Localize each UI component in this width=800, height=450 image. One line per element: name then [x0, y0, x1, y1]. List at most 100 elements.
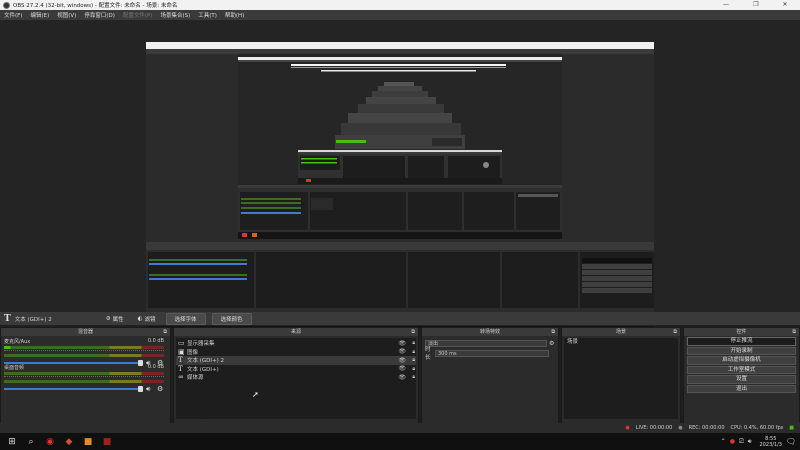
scenes-title: 场景 ⧉ — [562, 328, 680, 336]
visibility-eye-icon[interactable]: 👁︎ — [398, 374, 406, 381]
source-label: 文本 (GDI+) 2 — [187, 358, 225, 365]
filters-button[interactable]: ◐ 滤镜 — [134, 314, 160, 324]
settings-button[interactable]: 设置 — [687, 375, 796, 384]
studio-mode-button[interactable]: 工作室模式 — [687, 365, 796, 374]
lock-icon[interactable]: 🔒︎ — [412, 340, 415, 346]
app-taskbar-icon[interactable]: ■ — [100, 436, 114, 448]
lock-icon[interactable]: 🔒︎ — [412, 349, 415, 355]
scenes-list[interactable]: 场景 — [564, 338, 678, 419]
gear-icon[interactable]: ⚙ — [549, 340, 554, 347]
filter-icon: ◐ — [137, 315, 143, 322]
lock-icon[interactable]: 🔒︎ — [412, 366, 415, 372]
transition-select-row: 淡出 ⚙ — [425, 339, 557, 347]
connection-status-icon: ■ — [789, 425, 794, 431]
meter-scale — [4, 350, 164, 353]
visibility-eye-icon[interactable]: 👁︎ — [398, 340, 406, 347]
volume-slider[interactable] — [4, 388, 142, 390]
transitions-dock: 转场特效 ⧉ 淡出 ⚙ 时长 300 ms — [421, 327, 559, 433]
menu-profile[interactable]: 配置文件(P) — [119, 11, 157, 19]
scenes-title-text: 场景 — [615, 329, 626, 335]
menu-view[interactable]: 视图(V) — [53, 11, 80, 19]
obs-taskbar-icon[interactable]: ◉ — [43, 436, 57, 448]
lock-icon[interactable]: 🔒︎ — [412, 374, 415, 380]
rec-timer: REC: 00:00:00 — [688, 425, 725, 431]
clock-date: 2023/1/3 — [759, 441, 782, 448]
tray-chevron-icon[interactable]: ⌃ — [721, 438, 726, 445]
list-item[interactable]: ▣ 图像 👁︎ 🔒︎ — [176, 348, 416, 357]
stop-streaming-button[interactable]: 停止推流 — [687, 337, 796, 346]
mouse-cursor-icon: ➚ — [252, 390, 259, 399]
window-title: OBS 27.2.4 (32-bit, windows) - 配置文件: 未命名… — [13, 3, 178, 9]
dock-float-icon[interactable]: ⧉ — [673, 328, 677, 336]
visibility-eye-icon[interactable]: 👁︎ — [398, 357, 406, 364]
app-taskbar-icon[interactable]: ■ — [81, 436, 95, 448]
list-item[interactable]: ▭ 显示器采集 👁︎ 🔒︎ — [176, 339, 416, 348]
mixer-channel-mic: 麦克风/Aux 0.0 dB 🔊︎ ⚙ — [4, 338, 164, 367]
preview-area[interactable] — [0, 20, 800, 328]
menu-edit[interactable]: 编辑(E) — [26, 11, 53, 19]
select-font-button[interactable]: 选择字体 — [165, 312, 206, 325]
menu-file[interactable]: 文件(F) — [0, 11, 26, 19]
start-virtual-camera-button[interactable]: 启动虚拟摄像机 — [687, 356, 796, 365]
dock-float-icon[interactable]: ⧉ — [792, 328, 796, 336]
mixer-dock: 混音器 ⧉ 麦克风/Aux 0.0 dB 🔊︎ ⚙ 桌面音频 0.0 dB 🔊︎ … — [0, 327, 171, 433]
sources-title-text: 来源 — [290, 329, 301, 335]
preview-canvas[interactable] — [146, 42, 654, 328]
dock-float-icon[interactable]: ⧉ — [411, 328, 415, 336]
select-color-button[interactable]: 选择颜色 — [211, 312, 252, 325]
dock-float-icon[interactable]: ⧉ — [163, 328, 167, 336]
list-item[interactable]: T 文本 (GDI+) 👁︎ 🔒︎ — [176, 365, 416, 374]
live-indicator-icon: ● — [625, 425, 630, 431]
exit-button[interactable]: 退出 — [687, 384, 796, 393]
window-titlebar: OBS 27.2.4 (32-bit, windows) - 配置文件: 未命名… — [0, 0, 800, 10]
volume-meter — [4, 372, 164, 375]
network-icon[interactable]: ⎚ — [739, 438, 744, 446]
menu-docks[interactable]: 停靠窗口(D) — [80, 11, 119, 19]
cpu-usage: CPU: 0.4%, 60.00 fps — [730, 425, 784, 431]
obs-logo-icon — [3, 1, 10, 9]
menu-help[interactable]: 帮助(H) — [221, 11, 248, 19]
source-label: 文本 (GDI+) — [187, 366, 219, 373]
sources-list[interactable]: ▭ 显示器采集 👁︎ 🔒︎ ▣ 图像 👁︎ 🔒︎ T 文本 (GDI+) 2 👁︎ 🔒︎ T 文本 … — [176, 338, 416, 419]
tray-app-icon[interactable]: ● — [730, 438, 735, 445]
taskbar-clock[interactable]: 8:55 2023/1/3 — [760, 436, 782, 448]
properties-label: 属性 — [112, 316, 124, 323]
list-item[interactable]: 场景 — [564, 338, 678, 346]
start-recording-button[interactable]: 开始录制 — [687, 346, 796, 355]
volume-slider-handle[interactable] — [138, 386, 143, 392]
source-label: 媒体源 — [187, 375, 204, 382]
transition-select[interactable]: 淡出 — [425, 339, 547, 347]
gear-icon[interactable]: ⚙ — [157, 385, 163, 393]
list-item[interactable]: T 文本 (GDI+) 2 👁︎ 🔒︎ — [176, 356, 416, 365]
lock-icon[interactable]: 🔒︎ — [412, 357, 415, 363]
selected-source-name: 文本 (GDI+) 2 — [14, 316, 52, 323]
volume-meter — [4, 354, 164, 357]
notification-icon[interactable]: 🗨︎ — [786, 437, 796, 446]
windows-start-icon[interactable]: ⊞ — [5, 436, 19, 448]
search-icon[interactable]: ⌕ — [24, 436, 38, 448]
system-tray: ⌃ ● ⎚ 🔊︎ 8:55 2023/1/3 — [721, 433, 782, 450]
speaker-icon[interactable]: 🔊︎ — [146, 385, 150, 394]
minimize-button[interactable]: — — [711, 0, 741, 10]
taskbar: ⊞ ⌕ ◉ ◆ ■ ■ ⌃ ● ⎚ 🔊︎ 8:55 2023/1/3 🗨︎ — [0, 433, 800, 450]
duration-row: 时长 300 ms — [425, 347, 557, 361]
volume-icon[interactable]: 🔊︎ — [748, 438, 752, 446]
duration-label: 时长 — [425, 347, 431, 361]
duration-spinbox[interactable]: 300 ms — [435, 349, 549, 357]
visibility-eye-icon[interactable]: 👁︎ — [398, 365, 406, 372]
text-icon: T — [178, 364, 183, 373]
source-label: 图像 — [187, 349, 199, 356]
channel-name: 麦克风/Aux — [4, 339, 31, 345]
maximize-button[interactable]: ❐ — [741, 0, 771, 10]
meter-scale — [4, 376, 164, 379]
visibility-eye-icon[interactable]: 👁︎ — [398, 348, 406, 355]
properties-button[interactable]: ⚙ 属性 — [102, 314, 128, 324]
menu-tools[interactable]: 工具(T) — [194, 11, 221, 19]
app-taskbar-icon[interactable]: ◆ — [62, 436, 76, 448]
controls-dock: 控件 ⧉ 停止推流 开始录制 启动虚拟摄像机 工作室模式 设置 退出 — [683, 327, 800, 433]
dock-float-icon[interactable]: ⧉ — [551, 328, 555, 336]
menu-scene-collection[interactable]: 场景集合(S) — [156, 11, 194, 19]
list-item[interactable]: ∞ 媒体源 👁︎ 🔒︎ — [176, 373, 416, 382]
source-label: 显示器采集 — [187, 341, 215, 348]
close-button[interactable]: ✕ — [770, 0, 800, 10]
